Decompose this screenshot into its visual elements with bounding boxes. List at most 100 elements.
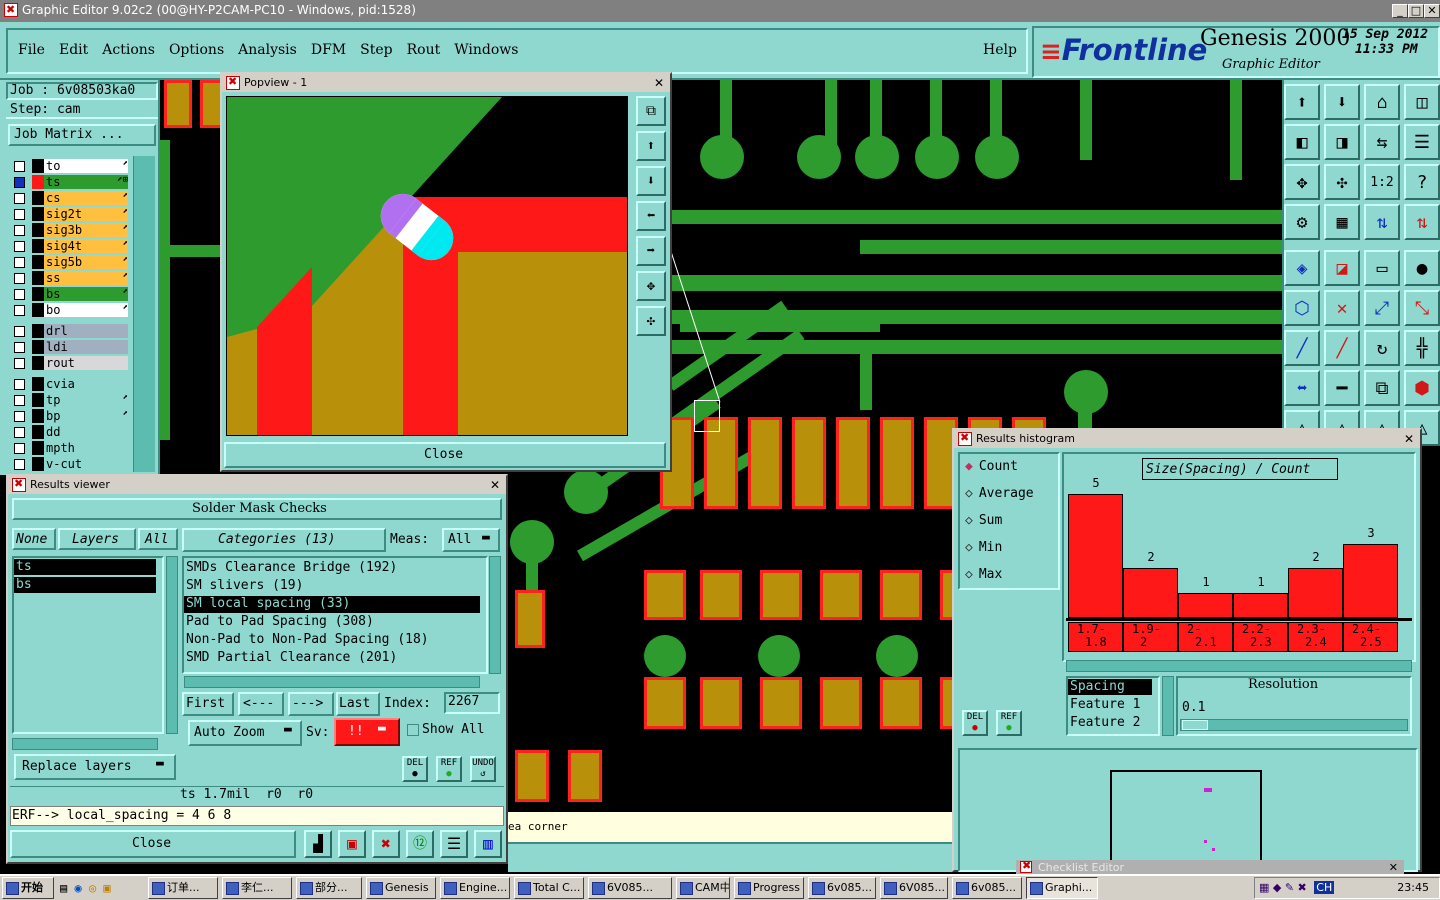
taskbar-button[interactable]: Progress xyxy=(734,877,804,899)
taskbar-button[interactable]: 李仁... xyxy=(222,877,292,899)
layer-row-v-cut[interactable]: v-cut xyxy=(10,456,130,472)
category-item[interactable]: SMD Partial Clearance (201) xyxy=(184,650,480,667)
radio-min[interactable]: Min xyxy=(965,540,1002,555)
taskbar-button[interactable]: Total C... xyxy=(514,877,584,899)
move-icon[interactable]: ⤢ xyxy=(1364,290,1400,326)
pan-icon[interactable]: ✥ xyxy=(1284,164,1320,200)
left-panel-icon[interactable]: ◧ xyxy=(1284,124,1320,160)
report-icon[interactable]: ▣ xyxy=(338,830,366,858)
shapes-icon[interactable]: ⬢ xyxy=(1404,370,1440,406)
histogram-del-button[interactable]: DEL ● xyxy=(962,710,988,736)
layer-row-ldi[interactable]: ldi xyxy=(10,339,130,355)
number-icon[interactable]: ⑫ xyxy=(406,830,434,858)
line-alt-icon[interactable]: ╱ xyxy=(1324,330,1360,366)
radio-max[interactable]: Max xyxy=(965,567,1002,582)
layer-checkbox[interactable] xyxy=(14,241,25,252)
layer-checkbox[interactable] xyxy=(14,342,25,353)
layer-row-sig4t[interactable]: sig4t ⬈ xyxy=(10,238,130,254)
layer-name[interactable]: ss xyxy=(44,271,128,285)
layer-name[interactable]: bp xyxy=(44,409,128,423)
layer-name[interactable]: sig2t xyxy=(44,207,128,221)
layer-name[interactable]: drl xyxy=(44,324,128,338)
import-icon[interactable]: ⬆ xyxy=(1284,84,1320,120)
layer-checkbox[interactable] xyxy=(14,193,25,204)
layer-checkbox[interactable] xyxy=(14,459,25,470)
taskbar-button[interactable]: 6v085... xyxy=(952,877,1022,899)
taskbar-button[interactable]: Genesis xyxy=(366,877,436,899)
field-feature-1[interactable]: Feature 1 xyxy=(1070,697,1140,712)
layer-row-rout[interactable]: rout xyxy=(10,355,130,371)
del-report-icon[interactable]: ✖ xyxy=(372,830,400,858)
taskbar-button[interactable]: 6V085... xyxy=(588,877,672,899)
menu-file[interactable]: File xyxy=(18,42,45,58)
media-icon[interactable]: ◎ xyxy=(89,881,96,895)
layer-row-bs[interactable]: bs ⬈ xyxy=(10,286,130,302)
layer-name[interactable]: sig5b xyxy=(44,255,128,269)
taskbar-button[interactable]: Engine... xyxy=(440,877,510,899)
menu-help[interactable]: Help xyxy=(983,42,1017,58)
histogram-ref-button[interactable]: REF ● xyxy=(996,710,1022,736)
layer-checkbox[interactable] xyxy=(14,225,25,236)
taskbar-button[interactable]: 6V085... xyxy=(880,877,948,899)
right-panel-icon[interactable]: ◨ xyxy=(1324,124,1360,160)
home-icon[interactable]: ⌂ xyxy=(1364,84,1400,120)
maximize-button[interactable]: □ xyxy=(1408,4,1424,18)
tray-icons[interactable]: ▦ ◆ ✎ ✖ xyxy=(1259,881,1307,894)
layer-row-sig3b[interactable]: sig3b ⬈ xyxy=(10,222,130,238)
taskbar-button[interactable]: Graphi... xyxy=(1026,877,1098,899)
layer-checkbox[interactable] xyxy=(14,177,25,188)
menu-rout[interactable]: Rout xyxy=(407,42,441,58)
layer-checkbox[interactable] xyxy=(14,326,25,337)
circle-icon[interactable]: ● xyxy=(1404,250,1440,286)
desktop-icon[interactable]: ▤ xyxy=(60,881,67,895)
erase-icon[interactable]: ◪ xyxy=(1324,250,1360,286)
sv-dropdown[interactable] xyxy=(334,718,400,746)
cut-icon[interactable]: ⬌ xyxy=(1284,370,1320,406)
category-hscrollbar[interactable] xyxy=(184,676,480,688)
snap-alt-icon[interactable]: ⇅ xyxy=(1404,204,1440,240)
ref-button[interactable]: REF ● xyxy=(436,756,462,782)
layer-name[interactable]: ldi xyxy=(44,340,128,354)
category-item[interactable]: SM local spacing (33) xyxy=(184,596,480,613)
menu-edit[interactable]: Edit xyxy=(59,42,88,58)
histogram-bar[interactable] xyxy=(1288,568,1343,618)
stretch-icon[interactable]: ⤡ xyxy=(1404,290,1440,326)
menu-actions[interactable]: Actions xyxy=(102,42,155,58)
ie-icon[interactable]: ◉ xyxy=(74,881,81,895)
del-button[interactable]: DEL ● xyxy=(402,756,428,782)
radio-sum[interactable]: Sum xyxy=(965,513,1002,528)
popview-pan-up-button[interactable]: ⬆ xyxy=(636,131,666,161)
mirror-icon[interactable]: ╬ xyxy=(1404,330,1440,366)
layer-row-ts[interactable]: ts ⬈⊞ xyxy=(10,174,130,190)
layer-row-bo[interactable]: bo ⬈ xyxy=(10,302,130,318)
radio-count[interactable]: Count xyxy=(965,459,1018,474)
results-viewer-close-x[interactable]: ✕ xyxy=(490,476,500,494)
histogram-hscrollbar[interactable] xyxy=(1066,660,1412,672)
folder-icon[interactable]: ▣ xyxy=(103,881,110,895)
grid-icon[interactable]: ▦ xyxy=(1324,204,1360,240)
snap-icon[interactable]: ⇅ xyxy=(1364,204,1400,240)
layer-name[interactable]: bs xyxy=(44,287,128,301)
chart-tool-icon[interactable]: ▟ xyxy=(304,830,332,858)
settings-icon[interactable]: ⚙ xyxy=(1284,204,1320,240)
line-icon[interactable]: ╱ xyxy=(1284,330,1320,366)
delete-icon[interactable]: ✕ xyxy=(1324,290,1360,326)
field-scrollbar[interactable] xyxy=(1162,676,1174,736)
layer-row-cs[interactable]: cs ⬈ xyxy=(10,190,130,206)
histogram-bar[interactable] xyxy=(1343,544,1398,618)
layer-name[interactable]: dd xyxy=(44,425,128,439)
help-icon[interactable]: ? xyxy=(1404,164,1440,200)
layer-checkbox[interactable] xyxy=(14,411,25,422)
layer-row-drl[interactable]: drl xyxy=(10,323,130,339)
layer-checkbox[interactable] xyxy=(14,257,25,268)
layer-row-bp[interactable]: bp ⬈ xyxy=(10,408,130,424)
bar-icon[interactable]: ━ xyxy=(1324,370,1360,406)
layer-name[interactable]: mpth xyxy=(44,441,128,455)
resolution-slider-thumb[interactable] xyxy=(1182,720,1208,730)
menu-dfm[interactable]: DFM xyxy=(311,42,346,58)
layer-row-sig2t[interactable]: sig2t ⬈ xyxy=(10,206,130,222)
layer-row-cvia[interactable]: cvia xyxy=(10,376,130,392)
layer-list-scrollbar[interactable] xyxy=(166,556,178,734)
layer-checkbox[interactable] xyxy=(14,161,25,172)
ratio-icon[interactable]: 1:2 xyxy=(1364,164,1400,200)
